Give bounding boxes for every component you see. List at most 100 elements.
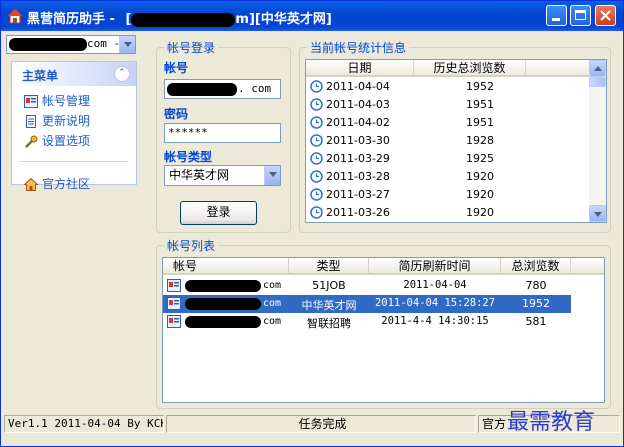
stats-date: 2011-04-03	[326, 98, 390, 111]
stats-col-date[interactable]: 日期	[306, 60, 414, 77]
stats-scrollbar[interactable]	[589, 60, 606, 222]
scroll-down-button[interactable]	[589, 205, 606, 222]
account-type: 智联招聘	[307, 317, 351, 330]
main-window: 黑营简历助手 - [m][中华英才网] com - 主菜单 ⌃ 帐号管理 更新说…	[0, 0, 624, 447]
wrench-icon	[25, 135, 38, 148]
account-suffix: com	[263, 280, 282, 291]
menu-item-official-community[interactable]: 官方社区	[24, 175, 90, 193]
account-type-label: 帐号类型	[164, 150, 213, 164]
house-app-icon	[7, 8, 23, 24]
accounts-col-empty	[571, 258, 604, 275]
redacted-mask	[9, 38, 87, 51]
stats-row[interactable]: 2011-03-27 1920	[306, 186, 590, 204]
stats-views: 1928	[466, 134, 494, 147]
menu-item-label: 设置选项	[42, 134, 91, 148]
account-type: 51JOB	[312, 279, 346, 292]
accounts-group-title: 帐号列表	[164, 237, 219, 254]
accounts-col-refresh-time[interactable]: 简历刷新时间	[369, 258, 501, 275]
account-refresh-time: 2011-04-04	[403, 279, 467, 291]
login-group-title: 帐号登录	[164, 39, 219, 56]
stats-date: 2011-03-28	[326, 170, 390, 183]
account-label: 帐号	[164, 61, 189, 75]
stats-views: 1951	[466, 98, 494, 111]
title-bar[interactable]: 黑营简历助手 - [m][中华英才网]	[1, 1, 623, 31]
account-suffix: com	[263, 316, 282, 327]
password-label: 密码	[164, 107, 189, 121]
clock-icon	[310, 152, 323, 165]
maximize-icon	[575, 10, 586, 20]
accounts-col-account[interactable]: 帐号	[163, 258, 289, 275]
account-input[interactable]: . com	[164, 79, 281, 99]
menu-divider	[20, 161, 128, 162]
stats-views: 1951	[466, 116, 494, 129]
redacted-mask	[167, 83, 237, 96]
account-views: 581	[525, 315, 547, 328]
clock-icon	[310, 134, 323, 147]
stats-row[interactable]: 2011-03-29 1925	[306, 150, 590, 168]
stats-views: 1920	[466, 206, 494, 219]
stats-col-empty	[526, 60, 590, 77]
stats-row[interactable]: 2011-04-04 1952	[306, 78, 590, 96]
close-icon	[600, 10, 611, 21]
chevron-down-icon	[594, 212, 602, 217]
accounts-list[interactable]: 帐号 类型 简历刷新时间 总浏览数 com 51JOB 2011-04-04 780 c…	[162, 257, 605, 403]
clock-icon	[310, 206, 323, 219]
collapse-icon[interactable]: ⌃	[114, 66, 130, 82]
maximize-button[interactable]	[570, 5, 591, 26]
id-card-icon	[24, 95, 38, 108]
stats-date: 2011-04-04	[326, 80, 390, 93]
stats-date: 2011-03-30	[326, 134, 390, 147]
stats-date: 2011-03-27	[326, 188, 390, 201]
watermark: 最需教育	[507, 410, 596, 435]
accounts-col-total-views[interactable]: 总浏览数	[501, 258, 571, 275]
stats-views: 1920	[466, 170, 494, 183]
accounts-col-type[interactable]: 类型	[289, 258, 369, 275]
chevron-down-icon[interactable]	[264, 166, 280, 185]
stats-row[interactable]: 2011-03-26 1920	[306, 204, 590, 222]
menu-item-settings[interactable]: 设置选项	[24, 132, 90, 150]
account-row[interactable]: com 中华英才网 2011-04-04 15:28:27 1952	[163, 295, 571, 313]
minimize-button[interactable]	[546, 5, 567, 26]
menu-item-label: 官方社区	[42, 177, 91, 191]
clock-icon	[310, 188, 323, 201]
menu-item-label: 帐号管理	[42, 94, 91, 108]
stats-date: 2011-03-29	[326, 152, 390, 165]
stats-row[interactable]: 2011-03-28 1920	[306, 168, 590, 186]
account-selector[interactable]: com -	[6, 35, 136, 54]
redacted-mask	[185, 280, 261, 292]
menu-item-label: 更新说明	[42, 114, 91, 128]
account-refresh-time: 2011-04-04 15:28:27	[374, 297, 496, 309]
login-button[interactable]: 登录	[180, 201, 257, 225]
clock-icon	[310, 116, 323, 129]
stats-views: 1952	[466, 80, 494, 93]
chevron-down-icon[interactable]	[119, 36, 135, 53]
stats-row[interactable]: 2011-04-03 1951	[306, 96, 590, 114]
stats-col-total-views[interactable]: 历史总浏览数	[414, 60, 526, 77]
menu-item-update-notes[interactable]: 更新说明	[24, 112, 90, 130]
stats-list[interactable]: 日期 历史总浏览数 2011-04-04 1952 2011-04-03 1951 20…	[305, 59, 607, 223]
stats-views: 1920	[466, 188, 494, 201]
menu-item-account-management[interactable]: 帐号管理	[24, 92, 90, 110]
id-card-icon	[167, 315, 181, 328]
account-type-value: 中华英才网	[169, 168, 230, 182]
account-views: 1952	[522, 297, 550, 310]
stats-row[interactable]: 2011-04-02 1951	[306, 114, 590, 132]
stats-date: 2011-04-02	[326, 116, 390, 129]
account-row[interactable]: com 51JOB 2011-04-04 780	[163, 277, 571, 295]
account-type-select[interactable]: 中华英才网	[164, 165, 281, 186]
scroll-thumb[interactable]	[589, 77, 606, 87]
account-row[interactable]: com 智联招聘 2011-4-4 14:30:15 581	[163, 313, 571, 331]
stats-row[interactable]: 2011-03-30 1928	[306, 132, 590, 150]
scroll-up-button[interactable]	[589, 60, 606, 77]
main-menu-panel: 主菜单 ⌃ 帐号管理 更新说明 设置选项 官方社区	[11, 61, 137, 191]
main-menu-header[interactable]: 主菜单 ⌃	[12, 62, 136, 86]
status-message: 任务完成	[166, 415, 476, 433]
close-button[interactable]	[595, 5, 616, 26]
account-suffix: com	[263, 298, 282, 309]
redacted-mask	[185, 298, 261, 310]
account-type: 中华英才网	[301, 299, 357, 312]
account-views: 780	[525, 279, 547, 292]
password-input[interactable]: ******	[164, 123, 281, 143]
account-refresh-time: 2011-4-4 14:30:15	[381, 315, 489, 327]
window-title: 黑营简历助手 - [m][中华英才网]	[27, 12, 332, 27]
